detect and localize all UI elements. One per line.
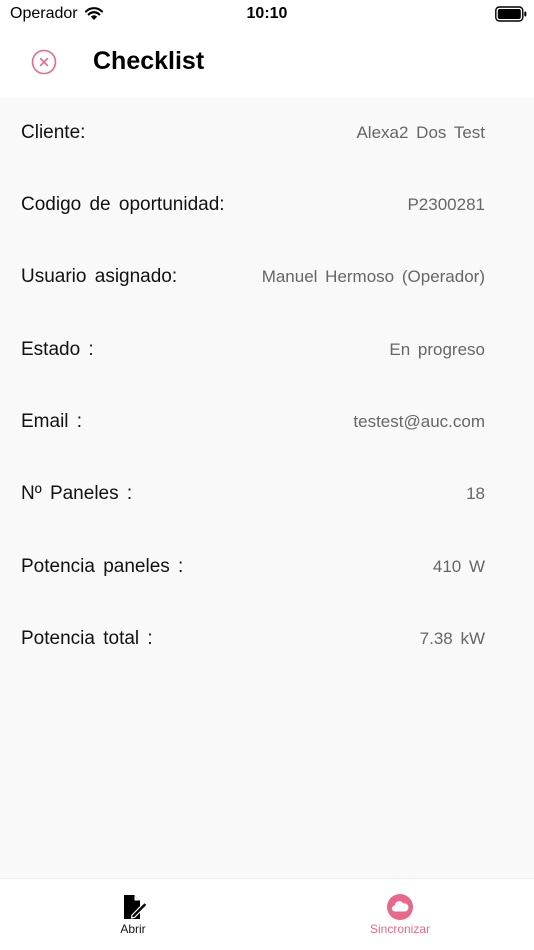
detail-label: Email : xyxy=(21,411,83,432)
detail-label: Nº Paneles : xyxy=(21,483,133,504)
status-bar: Operador 10:10 xyxy=(0,0,534,30)
detail-label: Estado : xyxy=(21,339,94,360)
tab-open-label: Abrir xyxy=(120,922,146,936)
detail-value: 7.38 kW xyxy=(419,629,485,648)
tab-sync[interactable]: Sincronizar xyxy=(320,893,480,936)
cloud-icon xyxy=(387,894,413,920)
tab-bar: Abrir Sincronizar xyxy=(0,878,534,950)
detail-value: Manuel Hermoso (Operador) xyxy=(261,267,485,286)
detail-label: Potencia total : xyxy=(21,628,153,649)
detail-row-opportunity-code: Codigo de oportunidad: P2300281 xyxy=(0,186,534,226)
detail-value: 18 xyxy=(466,484,485,503)
detail-label: Usuario asignado: xyxy=(21,266,178,287)
detail-row-email: Email : testest@auc.com xyxy=(0,403,534,443)
battery-icon xyxy=(495,6,527,22)
page-title: Checklist xyxy=(93,47,205,75)
detail-value: 410 W xyxy=(432,557,485,576)
status-time: 10:10 xyxy=(246,5,288,22)
detail-value: P2300281 xyxy=(407,195,485,214)
detail-label: Cliente: xyxy=(21,122,86,143)
detail-row-status: Estado : En progreso xyxy=(0,331,534,371)
detail-row-total-power: Potencia total : 7.38 kW xyxy=(0,620,534,660)
detail-row-panel-count: Nº Paneles : 18 xyxy=(0,475,534,515)
tab-open[interactable]: Abrir xyxy=(53,893,213,936)
detail-row-client: Cliente: Alexa2 Dos Test xyxy=(0,114,534,154)
detail-label: Codigo de oportunidad: xyxy=(21,194,225,215)
nav-bar: Checklist xyxy=(0,30,534,98)
detail-value: testest@auc.com xyxy=(353,412,485,431)
document-edit-icon xyxy=(124,895,147,919)
tab-sync-label: Sincronizar xyxy=(369,922,431,936)
close-button[interactable] xyxy=(30,48,58,76)
detail-value: Alexa2 Dos Test xyxy=(356,123,485,142)
detail-label: Potencia paneles : xyxy=(21,556,184,577)
close-circle-icon xyxy=(31,49,57,75)
checklist-details: Cliente: Alexa2 Dos Test Codigo de oport… xyxy=(0,98,534,878)
detail-row-assigned-user: Usuario asignado: Manuel Hermoso (Operad… xyxy=(0,258,534,298)
detail-value: En progreso xyxy=(389,340,485,359)
detail-row-panel-power: Potencia paneles : 410 W xyxy=(0,548,534,588)
